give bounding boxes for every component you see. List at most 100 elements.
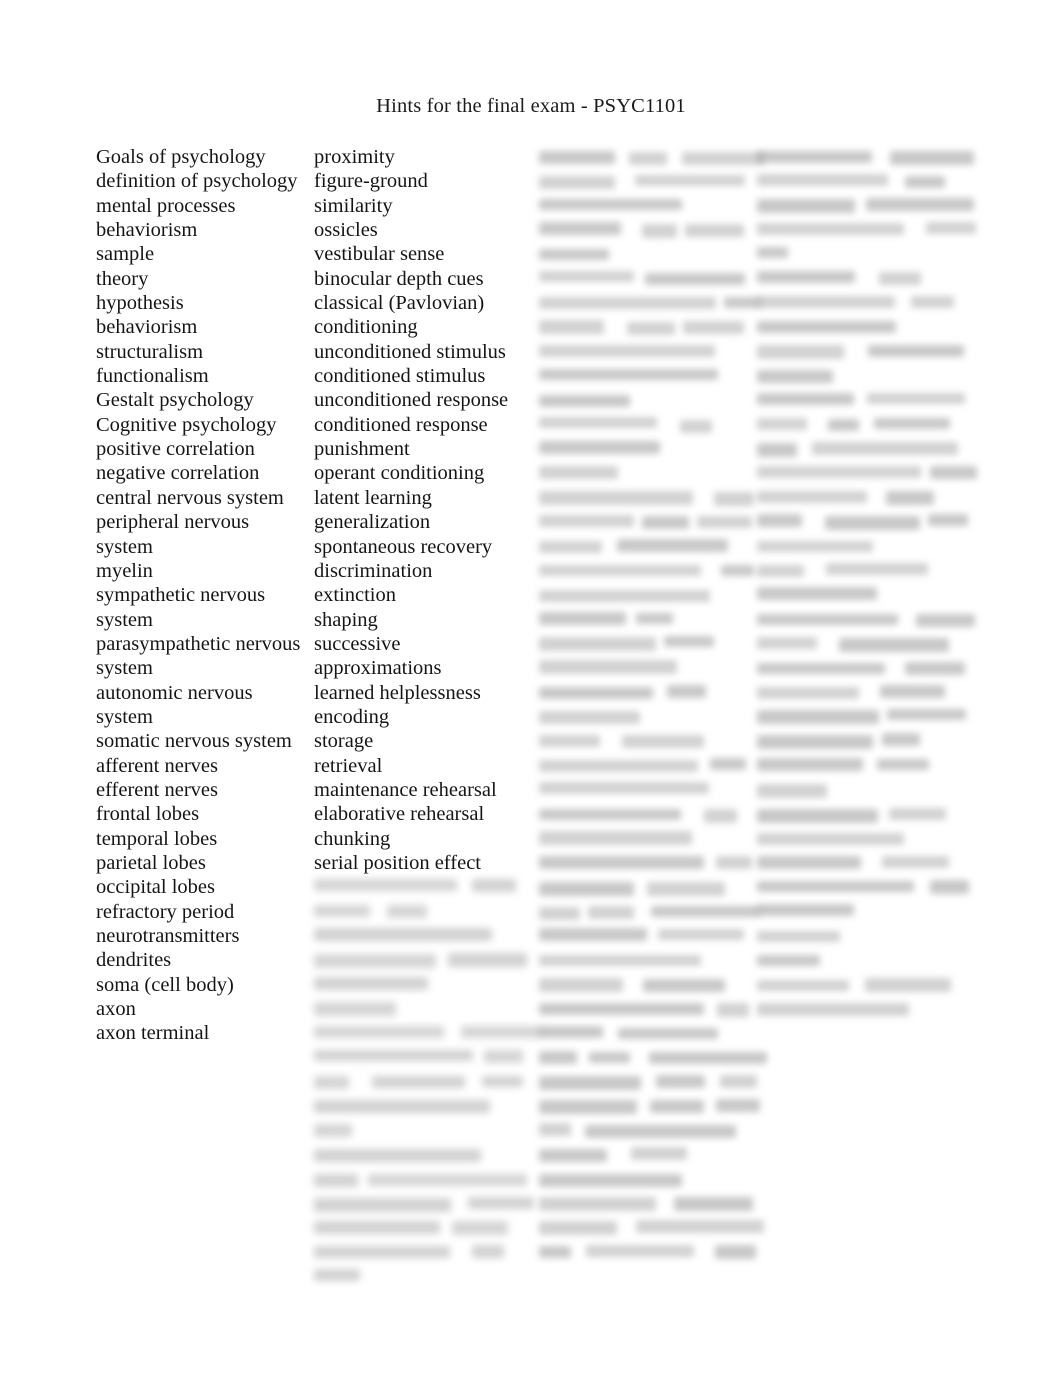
obscured-text-line bbox=[757, 291, 967, 315]
obscured-text-line bbox=[539, 875, 757, 899]
term-item: autonomic nervous bbox=[96, 681, 253, 704]
term-column-4-obscured bbox=[757, 145, 977, 1021]
term-item: learned helplessness bbox=[314, 681, 481, 704]
term-item: temporal lobes bbox=[96, 827, 218, 850]
term-item: vestibular sense bbox=[314, 243, 445, 266]
obscured-text-line bbox=[757, 997, 967, 1021]
obscured-text-line bbox=[539, 608, 757, 632]
term-columns: Goals of psychology definition of psychol… bbox=[0, 145, 1062, 1325]
term-item: retrieval bbox=[314, 754, 383, 777]
term-item: extinction bbox=[314, 584, 396, 607]
obscured-text-line bbox=[757, 705, 967, 729]
term-item: sympathetic nervous bbox=[96, 584, 266, 607]
obscured-text-line bbox=[539, 535, 757, 559]
term-item: similarity bbox=[314, 194, 393, 217]
term-item: unconditioned stimulus bbox=[314, 340, 506, 363]
obscured-text-line bbox=[314, 1094, 544, 1118]
term-item: refractory period bbox=[96, 900, 235, 923]
term-column-3-obscured bbox=[539, 145, 767, 1265]
obscured-text-line bbox=[757, 510, 969, 534]
obscured-text-line bbox=[539, 705, 757, 729]
obscured-text-line bbox=[539, 729, 757, 753]
obscured-text-line bbox=[314, 1021, 544, 1045]
obscured-text-line bbox=[757, 608, 975, 632]
term-item: Gestalt psychology bbox=[96, 389, 254, 412]
obscured-text-line bbox=[757, 340, 967, 364]
obscured-text-line bbox=[757, 437, 967, 461]
obscured-text-line bbox=[757, 681, 967, 705]
obscured-text-line bbox=[757, 413, 967, 437]
obscured-text-line bbox=[757, 218, 976, 242]
term-item: discrimination bbox=[314, 559, 433, 582]
obscured-text-line bbox=[539, 851, 757, 875]
term-item: encoding bbox=[314, 705, 390, 728]
term-item: proximity bbox=[314, 146, 395, 168]
term-item: punishment bbox=[314, 438, 410, 461]
term-item: binocular depth cues bbox=[314, 267, 484, 290]
obscured-text-line bbox=[539, 681, 757, 705]
obscured-text-line bbox=[757, 948, 967, 972]
term-item: generalization bbox=[314, 511, 431, 534]
term-item: spontaneous recovery bbox=[314, 535, 493, 558]
term-item: successive bbox=[314, 632, 401, 655]
term-item: conditioning bbox=[314, 316, 418, 339]
obscured-text-line bbox=[539, 1119, 757, 1143]
term-item: soma (cell body) bbox=[96, 973, 234, 996]
term-item: Cognitive psychology bbox=[96, 413, 277, 436]
obscured-text-line bbox=[539, 997, 757, 1021]
obscured-text-line bbox=[539, 1192, 757, 1216]
obscured-text-line bbox=[539, 340, 757, 364]
term-item: somatic nervous system bbox=[96, 730, 292, 753]
obscured-text-line bbox=[539, 1021, 757, 1045]
obscured-text-line bbox=[314, 997, 544, 1021]
term-item: shaping bbox=[314, 608, 378, 631]
obscured-text-line bbox=[757, 194, 975, 218]
obscured-text-line bbox=[539, 1143, 757, 1167]
term-item: system bbox=[96, 535, 153, 558]
term-item: unconditioned response bbox=[314, 389, 509, 412]
term-item: latent learning bbox=[314, 486, 432, 509]
term-item: positive correlation bbox=[96, 438, 255, 461]
term-item: chunking bbox=[314, 827, 391, 850]
obscured-text-line bbox=[539, 973, 757, 997]
term-item: conditioned stimulus bbox=[314, 365, 486, 388]
obscured-text-line bbox=[757, 559, 967, 583]
obscured-text-line bbox=[539, 510, 757, 534]
obscured-text-line bbox=[539, 1046, 767, 1070]
obscured-text-line bbox=[539, 242, 757, 266]
term-item: dendrites bbox=[96, 949, 172, 972]
obscured-text-line bbox=[539, 169, 757, 193]
term-item: sample bbox=[96, 243, 155, 266]
term-item: conditioned response bbox=[314, 413, 488, 436]
term-item: classical (Pavlovian) bbox=[314, 292, 485, 315]
term-item: functionalism bbox=[96, 365, 209, 388]
term-item: definition of psychology bbox=[96, 170, 298, 193]
term-item: approximations bbox=[314, 657, 442, 680]
obscured-text-line bbox=[539, 194, 757, 218]
term-item: ossicles bbox=[314, 219, 378, 242]
term-column-1: Goals of psychology definition of psychol… bbox=[96, 145, 314, 1046]
obscured-text-line bbox=[757, 267, 967, 291]
term-column-2: proximity figure-ground similarity ossicles… bbox=[314, 145, 538, 875]
term-item: elaborative rehearsal bbox=[314, 803, 485, 826]
term-item: structuralism bbox=[96, 340, 204, 363]
term-item: operant conditioning bbox=[314, 462, 485, 485]
obscured-text-line bbox=[757, 632, 967, 656]
term-item: axon terminal bbox=[96, 1022, 210, 1045]
obscured-text-line bbox=[539, 1167, 757, 1191]
obscured-text-line bbox=[539, 583, 757, 607]
obscured-text-line bbox=[539, 559, 757, 583]
obscured-text-line bbox=[757, 827, 967, 851]
term-item: system bbox=[96, 705, 153, 728]
obscured-text-line bbox=[539, 778, 757, 802]
obscured-text-line bbox=[757, 583, 967, 607]
obscured-text-line bbox=[539, 388, 757, 412]
term-item: frontal lobes bbox=[96, 803, 200, 826]
document-page: Hints for the final exam - PSYC1101 Goal… bbox=[0, 0, 1062, 1377]
obscured-text-line bbox=[757, 486, 967, 510]
obscured-text-line bbox=[539, 1094, 760, 1118]
obscured-text-line bbox=[757, 145, 974, 169]
obscured-text-line bbox=[314, 924, 544, 948]
obscured-text-line bbox=[757, 802, 967, 826]
obscured-text-line bbox=[757, 729, 967, 753]
